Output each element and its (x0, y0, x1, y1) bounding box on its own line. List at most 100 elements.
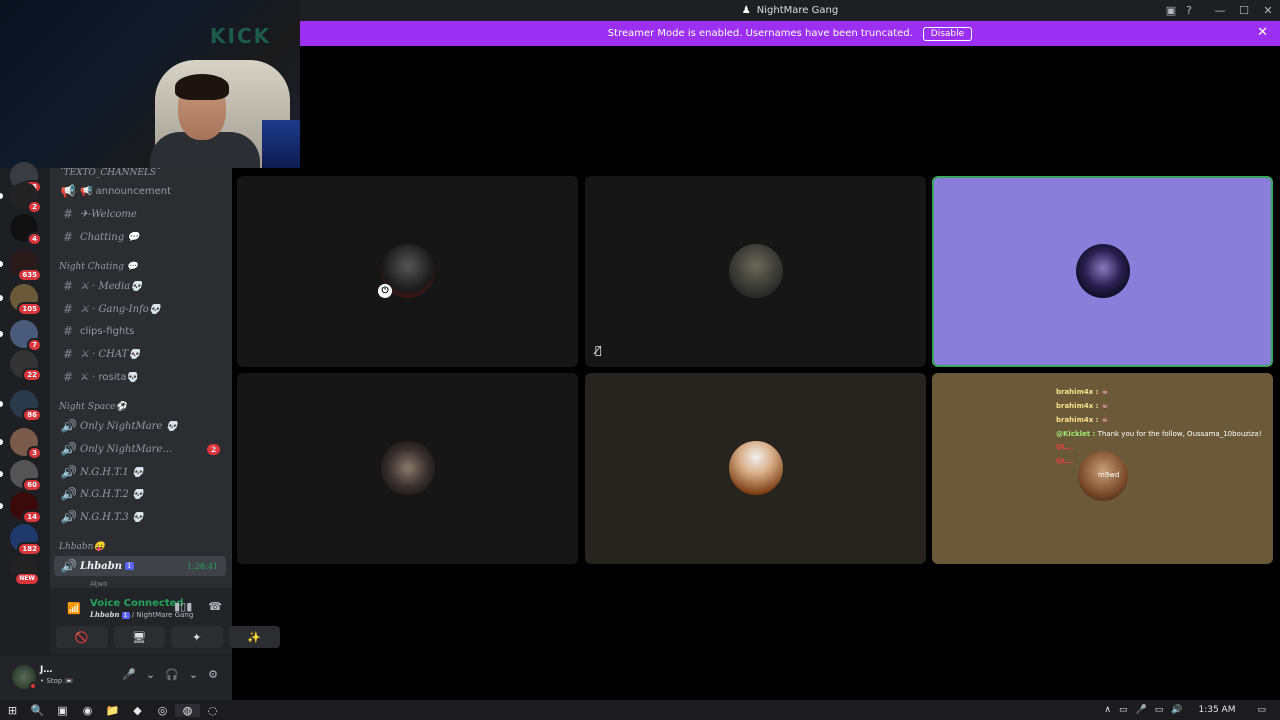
gear-icon[interactable]: ⚙ (208, 668, 218, 681)
participant-tile[interactable]: ⏻ (237, 176, 578, 367)
unread-pill (0, 261, 3, 267)
mention-badge: 2 (207, 443, 220, 455)
chrome-icon[interactable]: ◎ (150, 704, 175, 717)
notification-icon[interactable]: ▭ (1257, 705, 1266, 715)
server-icon[interactable]: 3 (0, 428, 42, 460)
category-night-space[interactable]: Night Space⚽ (59, 402, 127, 412)
streamer-hair (175, 74, 229, 100)
activities-button[interactable]: ✦ (171, 626, 223, 648)
category-texto-channels[interactable]: ˚TEXTO_CHANNELS˚ (59, 168, 161, 178)
unread-pill (0, 503, 3, 509)
mention-badge: 22 (22, 368, 42, 382)
server-icon[interactable]: NEW (10, 554, 40, 586)
category-night-chating[interactable]: Night Chating 💬 (59, 262, 138, 272)
voice-channel-nght3[interactable]: 🔊 N.G.H.T.3 💀 (54, 507, 226, 527)
server-icon[interactable]: 2 (0, 182, 42, 214)
microphone-icon[interactable]: 🎤 (122, 668, 136, 681)
channel-gang-info[interactable]: # ⚔ · Gang-Info💀 (54, 299, 226, 319)
voice-channel-lhbabn[interactable]: 🔊 Lhbabn 1 1:28:41 (54, 556, 226, 576)
server-icon[interactable]: 7 (0, 320, 42, 352)
voice-channel-name: Lhbabn (90, 610, 120, 619)
channel-tag: 1 (125, 562, 134, 570)
tray-app-icon[interactable]: ▭ (1119, 705, 1128, 715)
chevron-down-icon[interactable]: ⌄ (189, 668, 198, 681)
hash-icon: # (62, 370, 74, 384)
disconnect-icon[interactable]: ☎ (208, 600, 222, 613)
channel-chatting[interactable]: # Chatting 💬 (54, 227, 226, 247)
channel-label: N.G.H.T.3 💀 (80, 511, 145, 523)
chat-line: @Kicklet : Thank you for the follow, Ous… (1056, 430, 1262, 438)
server-icon[interactable]: 14 (0, 492, 42, 524)
close-window-button[interactable]: ✕ (1256, 4, 1280, 17)
chevron-up-icon[interactable]: ∧ (1104, 705, 1111, 715)
channel-rosita[interactable]: # ⚔ · rosita💀 (54, 367, 226, 387)
channel-label: N.G.H.T.1 💀 (80, 466, 145, 478)
participant-tile[interactable]: 🎙̸ (585, 176, 926, 367)
server-icon[interactable]: 182 (10, 524, 42, 556)
noise-suppression-icon[interactable]: ▮▯▮ (174, 600, 192, 613)
channel-label: Lhbabn (80, 560, 123, 572)
search-icon[interactable]: 🔍 (25, 704, 50, 717)
hash-icon: # (62, 347, 74, 361)
maximize-button[interactable]: ☐ (1232, 4, 1256, 17)
clock[interactable]: 1:35 AM (1198, 705, 1235, 715)
participant-tile-stream[interactable]: brahim4x : 💩 brahim4x : 💩 brahim4x : 💩 @… (932, 373, 1273, 564)
server-icon[interactable]: 86 (0, 390, 42, 422)
server-icon[interactable]: 60 (0, 460, 42, 492)
server-icon[interactable]: 22 (10, 350, 42, 382)
app-icon[interactable]: ◌ (200, 704, 225, 717)
call-timer: 1:28:41 (187, 561, 218, 571)
edge-icon[interactable]: ◉ (75, 704, 100, 717)
muted-icon: 🎙̸ (595, 344, 602, 357)
channel-media[interactable]: # ⚔ · Media💀 (54, 276, 226, 296)
username[interactable]: J… (40, 665, 52, 675)
disable-button[interactable]: Disable (922, 26, 973, 41)
hash-icon: # (62, 302, 74, 316)
voice-member[interactable]: Ațwo (90, 580, 107, 588)
start-icon[interactable]: ⊞ (0, 704, 25, 717)
headphones-icon[interactable]: 🎧 (165, 668, 179, 681)
chevron-down-icon[interactable]: ⌄ (146, 668, 155, 681)
chat-line: QL… (1056, 443, 1074, 451)
server-icon[interactable]: 4 (10, 214, 42, 246)
volume-icon[interactable]: 🔊 (1171, 705, 1182, 715)
voice-channel-nght1[interactable]: 🔊 N.G.H.T.1 💀 (54, 462, 226, 482)
app-icon[interactable]: ▣ (50, 704, 75, 717)
folder-icon[interactable]: 📁 (100, 704, 125, 717)
help-icon[interactable]: ? (1186, 4, 1192, 17)
channel-label: Chatting 💬 (80, 231, 140, 243)
server-icon[interactable]: 635 (0, 250, 42, 282)
screen-share-button[interactable]: 🖥 (113, 626, 165, 648)
new-badge: NEW (14, 572, 40, 586)
mention-badge: 14 (22, 510, 42, 524)
discord-icon[interactable]: ◍ (175, 703, 200, 717)
participant-avatar (381, 441, 435, 495)
chat-line: brahim4x : 💩 (1056, 402, 1110, 410)
unread-pill (0, 401, 3, 407)
minimize-button[interactable]: — (1208, 4, 1232, 17)
microphone-icon[interactable]: 🎤 (1136, 705, 1147, 715)
network-icon[interactable]: ▭ (1155, 705, 1164, 715)
camera-off-button[interactable]: 🚫 (56, 626, 108, 648)
voice-channel-only-nightmare[interactable]: 🔊 Only NightMare 💀 (54, 416, 226, 436)
status-icon: ⏻ (378, 284, 392, 298)
participant-tile[interactable] (585, 373, 926, 564)
channel-label: clips-fights (80, 325, 135, 337)
signal-icon[interactable]: 📶 (67, 602, 81, 615)
channel-welcome[interactable]: # ✈-Welcome (54, 204, 226, 224)
server-icon[interactable]: 105 (0, 284, 42, 316)
banner-text: Streamer Mode is enabled. Usernames have… (607, 28, 913, 39)
voice-channel-nght2[interactable]: 🔊 N.G.H.T.2 💀 (54, 484, 226, 504)
inbox-icon[interactable]: ▣ (1166, 4, 1176, 17)
channel-announcement[interactable]: 📢 📢 announcement (54, 181, 226, 201)
voice-channel-only-nightmare-2[interactable]: 🔊 Only NightMare… 2 (54, 439, 226, 459)
channel-chat[interactable]: # ⚔ · CHAT💀 (54, 344, 226, 364)
close-banner-icon[interactable]: ✕ (1257, 25, 1268, 40)
category-lhbabn[interactable]: Lhbabn😛 (59, 542, 105, 552)
participant-tile-speaking[interactable] (932, 176, 1273, 367)
participant-tile[interactable] (237, 373, 578, 564)
channel-clips-fights[interactable]: # clips-fights (54, 321, 226, 341)
app-icon[interactable]: ◆ (125, 704, 150, 717)
chat-line: brahim4x : 💩 (1056, 416, 1110, 424)
soundboard-button[interactable]: ✨ (228, 626, 280, 648)
